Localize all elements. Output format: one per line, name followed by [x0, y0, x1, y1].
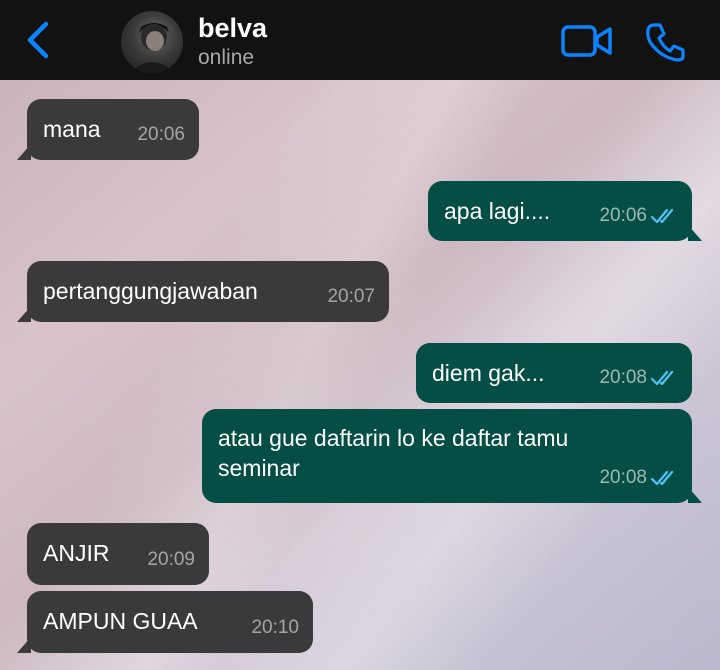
double-check-icon	[650, 370, 674, 386]
video-call-button[interactable]	[560, 22, 614, 60]
message-bubble-incoming[interactable]: ANJIR 20:09	[27, 523, 209, 585]
message-text: pertanggungjawaban	[43, 278, 258, 304]
chevron-left-icon	[27, 21, 49, 59]
contact-status: online	[198, 46, 255, 69]
bubble-tail	[17, 637, 31, 653]
message-time: 20:06	[599, 205, 647, 226]
bubble-tail	[688, 225, 702, 241]
message-time: 20:08	[599, 467, 647, 488]
video-camera-icon	[561, 25, 612, 57]
bubble-tail	[17, 306, 31, 322]
message-bubble-outgoing[interactable]: apa lagi.... 20:06	[428, 181, 702, 241]
back-button[interactable]	[22, 20, 58, 60]
double-check-icon	[650, 208, 674, 224]
contact-name[interactable]: belva	[198, 13, 267, 44]
message-time: 20:09	[147, 549, 195, 570]
message-bubble-outgoing[interactable]: diem gak... 20:08	[416, 343, 692, 403]
message-bubble-incoming[interactable]: pertanggungjawaban 20:07	[17, 261, 389, 322]
message-bubble-outgoing[interactable]: atau gue daftarin lo ke daftar tamu semi…	[202, 409, 702, 503]
chat-header: belva online	[0, 0, 720, 80]
message-bubble-incoming[interactable]: AMPUN GUAA 20:10	[17, 591, 313, 653]
bubble-tail	[688, 487, 702, 503]
message-text: atau gue daftarin lo ke daftar tamu semi…	[218, 425, 569, 481]
chat-area[interactable]: mana 20:06 apa lagi.... 20:06 pertanggun…	[0, 80, 720, 670]
message-bubble-incoming[interactable]: mana 20:06	[17, 99, 199, 160]
message-time: 20:10	[251, 617, 299, 638]
voice-call-button[interactable]	[643, 20, 687, 64]
message-time: 20:08	[599, 367, 647, 388]
contact-avatar[interactable]	[121, 11, 183, 73]
phone-icon	[646, 23, 685, 62]
message-time: 20:06	[137, 124, 185, 145]
double-check-icon	[650, 470, 674, 486]
message-time: 20:07	[327, 286, 375, 307]
bubble-tail	[17, 144, 31, 160]
